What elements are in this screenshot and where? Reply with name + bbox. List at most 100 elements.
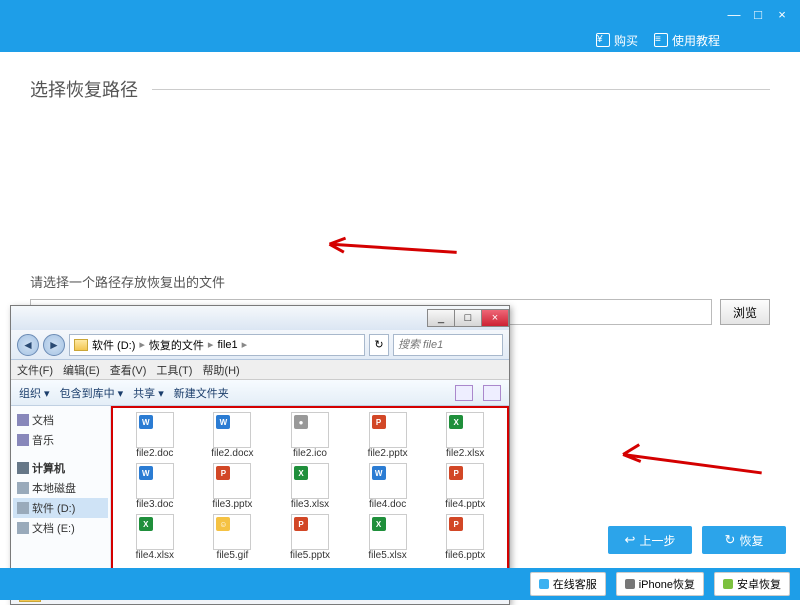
file-item[interactable]: Wfile2.docx bbox=[197, 412, 269, 459]
explorer-navbar: ◄ ► 软件 (D:)▸ 恢复的文件▸ file1▸ ↻ bbox=[11, 330, 509, 360]
sidebar-drive-d[interactable]: 软件 (D:) bbox=[13, 498, 108, 518]
file-item[interactable]: Wfile3.doc bbox=[119, 463, 191, 510]
menu-file[interactable]: 文件(F) bbox=[17, 362, 53, 378]
filetype-icon: ☺ bbox=[216, 517, 230, 531]
filetype-icon: P bbox=[216, 466, 230, 480]
filetype-icon: W bbox=[139, 415, 153, 429]
file-name: file6.pptx bbox=[445, 550, 485, 561]
app-titlebar: — □ × bbox=[0, 0, 800, 28]
file-name: file5.xlsx bbox=[368, 550, 406, 561]
android-icon bbox=[723, 579, 733, 589]
file-item[interactable]: Xfile4.xlsx bbox=[119, 514, 191, 561]
refresh-button[interactable]: ↻ bbox=[369, 334, 389, 356]
menu-tools[interactable]: 工具(T) bbox=[156, 362, 192, 378]
file-name: file3.pptx bbox=[212, 499, 252, 510]
buy-link[interactable]: ¥购买 bbox=[596, 32, 638, 49]
explorer-titlebar[interactable]: _ □ × bbox=[11, 306, 509, 330]
file-item[interactable]: Pfile4.pptx bbox=[429, 463, 501, 510]
file-name: file3.doc bbox=[136, 499, 173, 510]
explorer-minimize-button[interactable]: _ bbox=[427, 309, 455, 327]
prev-button[interactable]: ↩上一步 bbox=[608, 526, 692, 554]
menu-view[interactable]: 查看(V) bbox=[110, 362, 147, 378]
filetype-icon: P bbox=[449, 466, 463, 480]
refresh-icon: ↻ bbox=[725, 532, 736, 548]
file-name: file5.gif bbox=[217, 550, 249, 561]
chat-icon bbox=[539, 579, 549, 589]
recover-button[interactable]: ↻恢复 bbox=[702, 526, 786, 554]
menu-edit[interactable]: 编辑(E) bbox=[63, 362, 100, 378]
file-name: file4.xlsx bbox=[136, 550, 174, 561]
file-name: file2.doc bbox=[136, 448, 173, 459]
sidebar-item-docs[interactable]: 文档 bbox=[13, 410, 108, 430]
file-item[interactable]: Xfile5.xlsx bbox=[352, 514, 424, 561]
file-explorer-dialog: _ □ × ◄ ► 软件 (D:)▸ 恢复的文件▸ file1▸ ↻ 文件(F)… bbox=[10, 305, 510, 605]
drive-icon bbox=[17, 522, 29, 534]
help-icon[interactable] bbox=[483, 385, 501, 401]
back-arrow-icon: ↩ bbox=[625, 532, 636, 548]
computer-icon bbox=[17, 462, 29, 474]
file-item[interactable]: Pfile5.pptx bbox=[274, 514, 346, 561]
maximize-button[interactable]: □ bbox=[746, 4, 770, 24]
explorer-close-button[interactable]: × bbox=[481, 309, 509, 327]
file-name: file4.doc bbox=[369, 499, 406, 510]
file-item[interactable]: ● file2.ico bbox=[274, 412, 346, 459]
file-item[interactable]: Pfile3.pptx bbox=[197, 463, 269, 510]
iphone-recovery-button[interactable]: iPhone恢复 bbox=[616, 572, 704, 596]
file-item[interactable]: Xfile3.xlsx bbox=[274, 463, 346, 510]
tutorial-link[interactable]: ≡使用教程 bbox=[654, 32, 720, 49]
online-support-button[interactable]: 在线客服 bbox=[530, 572, 606, 596]
share-button[interactable]: 共享 ▾ bbox=[133, 385, 164, 401]
top-links: ¥购买 ≡使用教程 bbox=[0, 28, 800, 52]
file-item[interactable]: Pfile2.pptx bbox=[352, 412, 424, 459]
forward-button[interactable]: ► bbox=[43, 334, 65, 356]
file-name: file2.xlsx bbox=[446, 448, 484, 459]
include-library-button[interactable]: 包含到库中 ▾ bbox=[60, 385, 124, 401]
android-recovery-button[interactable]: 安卓恢复 bbox=[714, 572, 790, 596]
file-name: file4.pptx bbox=[445, 499, 485, 510]
file-name: file2.ico bbox=[293, 448, 327, 459]
explorer-maximize-button[interactable]: □ bbox=[454, 309, 482, 327]
filetype-icon: X bbox=[139, 517, 153, 531]
search-input[interactable] bbox=[393, 334, 503, 356]
section-title: 选择恢复路径 bbox=[30, 76, 770, 102]
yen-icon: ¥ bbox=[596, 33, 610, 47]
filetype-icon: P bbox=[294, 517, 308, 531]
filetype-icon: X bbox=[449, 415, 463, 429]
sidebar-computer[interactable]: 计算机 bbox=[13, 458, 108, 478]
path-label: 请选择一个路径存放恢复出的文件 bbox=[30, 272, 770, 291]
explorer-menubar: 文件(F) 编辑(E) 查看(V) 工具(T) 帮助(H) bbox=[11, 360, 509, 380]
filetype-icon: W bbox=[372, 466, 386, 480]
file-name: file2.docx bbox=[211, 448, 253, 459]
breadcrumb[interactable]: 软件 (D:)▸ 恢复的文件▸ file1▸ bbox=[69, 334, 365, 356]
music-icon bbox=[17, 434, 29, 446]
apple-icon bbox=[625, 579, 635, 589]
menu-help[interactable]: 帮助(H) bbox=[202, 362, 239, 378]
filetype-icon: ● bbox=[294, 415, 308, 429]
minimize-button[interactable]: — bbox=[722, 4, 746, 24]
new-folder-button[interactable]: 新建文件夹 bbox=[174, 385, 229, 401]
filetype-icon: W bbox=[139, 466, 153, 480]
file-item[interactable]: Pfile6.pptx bbox=[429, 514, 501, 561]
sidebar-drive-c[interactable]: 本地磁盘 bbox=[13, 478, 108, 498]
organize-button[interactable]: 组织 ▾ bbox=[19, 385, 50, 401]
view-icon[interactable] bbox=[455, 385, 473, 401]
drive-icon bbox=[17, 482, 29, 494]
file-item[interactable]: Wfile4.doc bbox=[352, 463, 424, 510]
annotation-arrow-icon bbox=[607, 386, 772, 545]
file-item[interactable]: ☺ file5.gif bbox=[197, 514, 269, 561]
file-item[interactable]: Xfile2.xlsx bbox=[429, 412, 501, 459]
sidebar-item-music[interactable]: 音乐 bbox=[13, 430, 108, 450]
bottom-bar: 在线客服 iPhone恢复 安卓恢复 bbox=[0, 568, 800, 600]
file-item[interactable]: Wfile2.doc bbox=[119, 412, 191, 459]
sidebar-drive-e[interactable]: 文档 (E:) bbox=[13, 518, 108, 538]
filetype-icon: W bbox=[216, 415, 230, 429]
browse-button[interactable]: 浏览 bbox=[720, 299, 770, 325]
doc-icon bbox=[17, 414, 29, 426]
filetype-icon: P bbox=[372, 415, 386, 429]
file-name: file5.pptx bbox=[290, 550, 330, 561]
file-name: file3.xlsx bbox=[291, 499, 329, 510]
close-button[interactable]: × bbox=[770, 4, 794, 24]
back-button[interactable]: ◄ bbox=[17, 334, 39, 356]
file-list: Wfile2.docWfile2.docx●file2.icoPfile2.pp… bbox=[111, 406, 509, 580]
filetype-icon: X bbox=[372, 517, 386, 531]
